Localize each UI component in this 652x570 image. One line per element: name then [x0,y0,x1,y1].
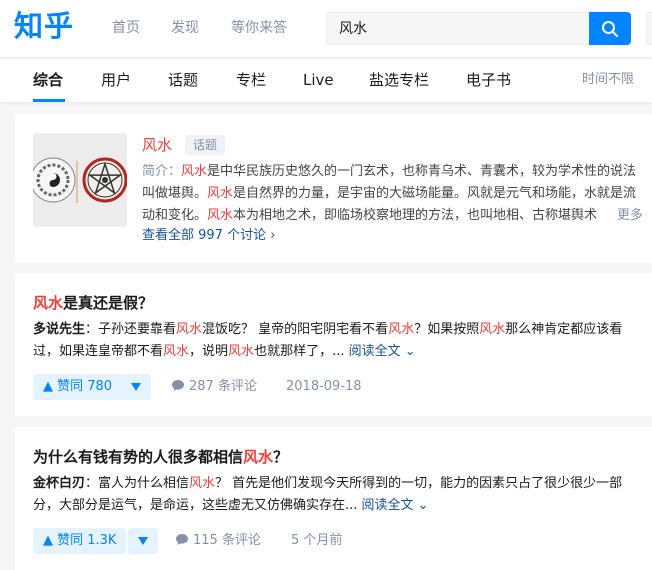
vote-down-button[interactable] [121,374,151,400]
excerpt-part: 混饭吃？ 皇帝的阳宅阴宅看不看 [202,322,389,337]
tab-live[interactable]: Live [303,70,334,90]
topic-desc-part: 风水 [207,208,234,223]
title-part: 风水 [243,448,274,466]
answer-excerpt[interactable]: 多说先生：子孙还要靠看风水混饭吃？ 皇帝的阳宅阴宅看不看风水？如果按照风水那么神… [33,319,638,363]
excerpt-part: ：子孙还要靠看 [85,322,177,337]
excerpt-part: ？如果按照 [414,322,480,337]
nav-home[interactable]: 首页 [112,18,140,38]
question-title[interactable]: 风水是真还是假？ [33,292,153,314]
comments-link[interactable]: 115 条评论 [175,528,261,554]
vote-down-button[interactable] [128,528,158,554]
topic-desc-part: 本为相地之术，即临场校察地理的方法，也叫地相、古称堪舆术 [233,208,598,223]
read-full-link[interactable]: 阅读全文 ⌄ [349,344,416,359]
topic-desc-part: 风水 [181,164,208,179]
title-part: 为什么有钱有势的人很多都相信 [33,448,244,466]
view-all-discussions-link[interactable]: 查看全部 997 个讨论 › [142,226,275,246]
topic-name[interactable]: 风水 [142,134,172,156]
tab-ebooks[interactable]: 电子书 [466,70,511,90]
excerpt-part: 风水 [163,344,190,359]
tab-salt-columns[interactable]: 盐选专栏 [369,70,429,90]
tab-users[interactable]: 用户 [101,70,131,90]
question-title[interactable]: 为什么有钱有势的人很多都相信风水？ [33,446,288,468]
bagua-compass-image [33,133,127,227]
topic-desc-part: 风水 [207,186,234,201]
search-type-tabs: 综合 用户 话题 专栏 Live 盐选专栏 电子书 时间不限 [0,58,652,102]
answer-date: 5 个月前 [291,533,343,548]
excerpt-part: 风水 [228,344,255,359]
answer-author[interactable]: 多说先生 [33,322,85,337]
comments-count: 115 条评论 [193,533,261,548]
comment-icon [176,534,188,545]
time-filter-dropdown[interactable]: 时间不限 [582,71,634,89]
excerpt-part: 风水 [479,322,506,337]
vote-up-button[interactable]: ▲ 赞同 780 [33,374,123,400]
tab-columns[interactable]: 专栏 [236,70,266,90]
excerpt-part: ：富人为什么相信 [85,476,190,491]
search-icon [602,21,618,37]
zhihu-logo[interactable]: 知乎 [14,6,74,46]
comments-link[interactable]: 287 条评论 [171,374,257,400]
tab-comprehensive[interactable]: 综合 [33,70,63,90]
excerpt-part: ，说明 [189,344,229,359]
nav-waiting-answers[interactable]: 等你来答 [231,18,287,38]
answer-date: 2018-09-18 [286,379,362,394]
tab-topics[interactable]: 话题 [168,70,198,90]
topic-image[interactable] [33,133,127,227]
topic-description: 简介：风水是中华民族历史悠久的一门玄术，也称青乌术、青囊术，较为学术性的说法叫做… [142,161,640,227]
topic-more-link[interactable]: 更多 [613,205,644,227]
excerpt-part: 风水 [189,476,216,491]
search-input[interactable] [339,20,579,38]
answer-card: 为什么有钱有势的人很多都相信风水？ 金杯白刃：富人为什么相信风水？ 首先是他们发… [15,427,652,570]
next-control-edge [646,12,652,45]
search-button[interactable] [589,12,631,45]
title-part: 风水 [33,294,64,312]
topic-badge: 话题 [185,135,226,155]
vote-down-icon [131,383,141,391]
vote-down-icon [138,537,148,545]
read-full-link[interactable]: 阅读全文 ⌄ [362,498,429,513]
excerpt-part: 风水 [388,322,415,337]
nav-discover[interactable]: 发现 [171,18,199,38]
excerpt-part: 风水 [176,322,203,337]
excerpt-part: 也就那样了，... [254,344,349,359]
active-tab-indicator [33,99,65,102]
comment-icon [172,380,184,391]
search-box [326,12,590,45]
title-part: 是真还是假？ [63,294,154,312]
top-bar: 知乎 首页 发现 等你来答 [0,0,652,57]
vote-up-button[interactable]: ▲ 赞同 1.3K [33,528,127,554]
topic-desc-label: 简介： [142,164,182,179]
title-part: ？ [273,448,289,466]
answer-card: 风水是真还是假？ 多说先生：子孙还要靠看风水混饭吃？ 皇帝的阳宅阴宅看不看风水？… [15,273,652,416]
answer-excerpt[interactable]: 金杯白刃：富人为什么相信风水？ 首先是他们发现今天所得到的一切，能力的因素只占了… [33,473,638,517]
answer-author[interactable]: 金杯白刃 [33,476,85,491]
topic-card: 风水 话题 简介：风水是中华民族历史悠久的一门玄术，也称青乌术、青囊术，较为学术… [15,114,652,263]
comments-count: 287 条评论 [189,379,257,394]
